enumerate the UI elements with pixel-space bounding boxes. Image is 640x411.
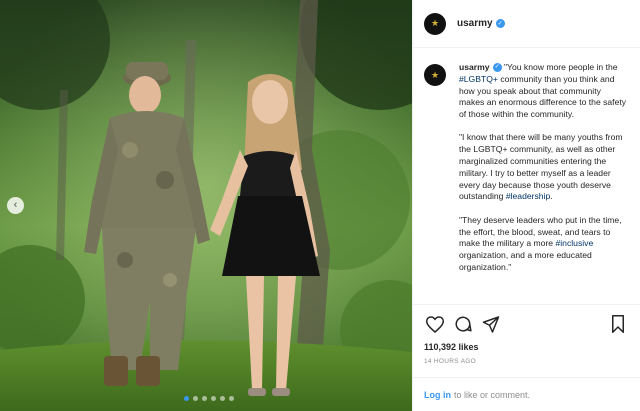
post-header: ★ usarmy ✓	[413, 0, 640, 48]
login-prompt-text: to like or comment.	[454, 389, 531, 400]
heart-icon[interactable]	[424, 313, 446, 335]
hashtag-link[interactable]: #leadership	[506, 191, 550, 201]
carousel-dot[interactable]	[193, 396, 198, 401]
header-username[interactable]: usarmy	[457, 18, 493, 29]
verified-badge-icon: ✓	[495, 19, 505, 28]
chevron-left-icon: ‹	[13, 199, 18, 211]
instagram-post: ‹ ★ usarmy ✓ ★ usarmy ✓ "You know more pe…	[0, 0, 640, 411]
account-avatar[interactable]: ★	[424, 12, 446, 35]
verified-badge-icon: ✓	[492, 63, 502, 73]
caption-text-segment: "They deserve leaders who put in the tim…	[459, 214, 622, 249]
caption-text: usarmy ✓ "You know more people in the #LG…	[459, 62, 628, 304]
caption-text-segment: .	[550, 191, 553, 202]
army-star-icon: ★	[430, 18, 440, 28]
post-details-panel: ★ usarmy ✓ ★ usarmy ✓ "You know more peop…	[412, 0, 640, 411]
hashtag-link[interactable]: #LGBTQ+	[459, 74, 498, 84]
carousel-dots	[184, 396, 234, 401]
carousel-dot[interactable]	[184, 396, 189, 401]
login-prompt: Log in to like or comment.	[413, 377, 640, 411]
caption-username[interactable]: usarmy	[459, 62, 490, 72]
caption-area: ★ usarmy ✓ "You know more people in the #…	[413, 48, 640, 304]
carousel-dot[interactable]	[220, 396, 225, 401]
caption-paragraph: "They deserve leaders who put in the tim…	[459, 215, 628, 274]
photo-illustration	[0, 0, 412, 411]
post-photo[interactable]: ‹	[0, 0, 412, 411]
caption-paragraph: "I know that there will be many youths f…	[459, 132, 628, 203]
bookmark-icon[interactable]	[607, 313, 629, 335]
caption-paragraph: usarmy ✓ "You know more people in the #LG…	[459, 62, 628, 121]
post-timestamp: 14 HOURS AGO	[424, 358, 477, 365]
army-star-icon: ★	[430, 69, 440, 80]
share-icon[interactable]	[480, 313, 502, 335]
hashtag-link[interactable]: #inclusive	[555, 238, 593, 248]
caption-text-segment: "You know more people in the	[503, 62, 618, 72]
carousel-dot[interactable]	[211, 396, 216, 401]
caption-avatar[interactable]: ★	[424, 64, 446, 86]
carousel-dot[interactable]	[202, 396, 207, 401]
comment-icon[interactable]	[452, 313, 474, 335]
likes-count[interactable]: 110,392 likes	[424, 342, 629, 352]
caption-text-segment: organization, and a more educated organi…	[459, 250, 592, 272]
carousel-prev-button[interactable]: ‹	[7, 197, 24, 214]
carousel-dot[interactable]	[229, 396, 234, 401]
login-link[interactable]: Log in	[424, 390, 451, 400]
post-actions: 110,392 likes 14 HOURS AGO	[413, 304, 640, 365]
